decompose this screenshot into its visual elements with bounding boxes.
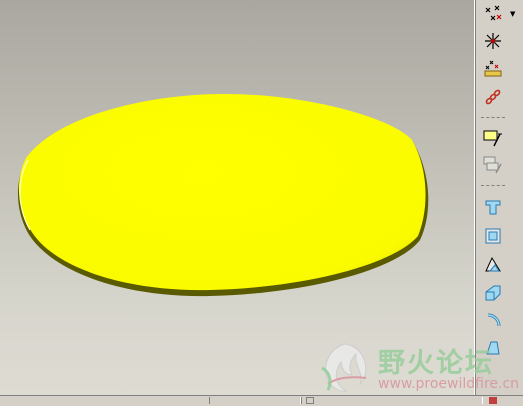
right-feature-toolbar: ▼ bbox=[474, 0, 523, 395]
status-icon bbox=[306, 397, 314, 404]
yellow-oval-face[interactable] bbox=[18, 93, 426, 291]
status-indicator-icon bbox=[489, 397, 497, 404]
datum-points-icon[interactable] bbox=[481, 2, 505, 26]
sketched-datum-point-icon[interactable] bbox=[481, 29, 505, 53]
watermark-url: www.proewildfire.cn bbox=[378, 376, 520, 392]
graphics-viewport[interactable] bbox=[0, 0, 474, 395]
rib-icon[interactable] bbox=[481, 252, 505, 276]
model-canvas[interactable] bbox=[0, 0, 474, 395]
status-segment bbox=[209, 397, 301, 404]
round-icon[interactable] bbox=[481, 281, 505, 305]
offset-point-icon[interactable] bbox=[481, 56, 505, 80]
toolbar-separator bbox=[481, 117, 505, 118]
chamfer-icon[interactable] bbox=[481, 309, 505, 333]
sketch-copy-icon[interactable] bbox=[481, 153, 505, 177]
forum-watermark: 野火论坛 www.proewildfire.cn bbox=[312, 338, 523, 396]
hole-icon[interactable] bbox=[481, 224, 505, 248]
toolbar-separator bbox=[481, 185, 505, 186]
datum-curve-icon[interactable] bbox=[481, 85, 505, 109]
sketch-tool-icon[interactable] bbox=[481, 126, 505, 150]
status-bar bbox=[0, 395, 523, 406]
flame-logo-icon bbox=[321, 343, 367, 392]
status-segment bbox=[301, 397, 483, 404]
dropdown-arrow-icon[interactable]: ▼ bbox=[510, 10, 515, 18]
extrude-icon[interactable] bbox=[481, 195, 505, 219]
watermark-title: 野火论坛 bbox=[378, 348, 494, 379]
